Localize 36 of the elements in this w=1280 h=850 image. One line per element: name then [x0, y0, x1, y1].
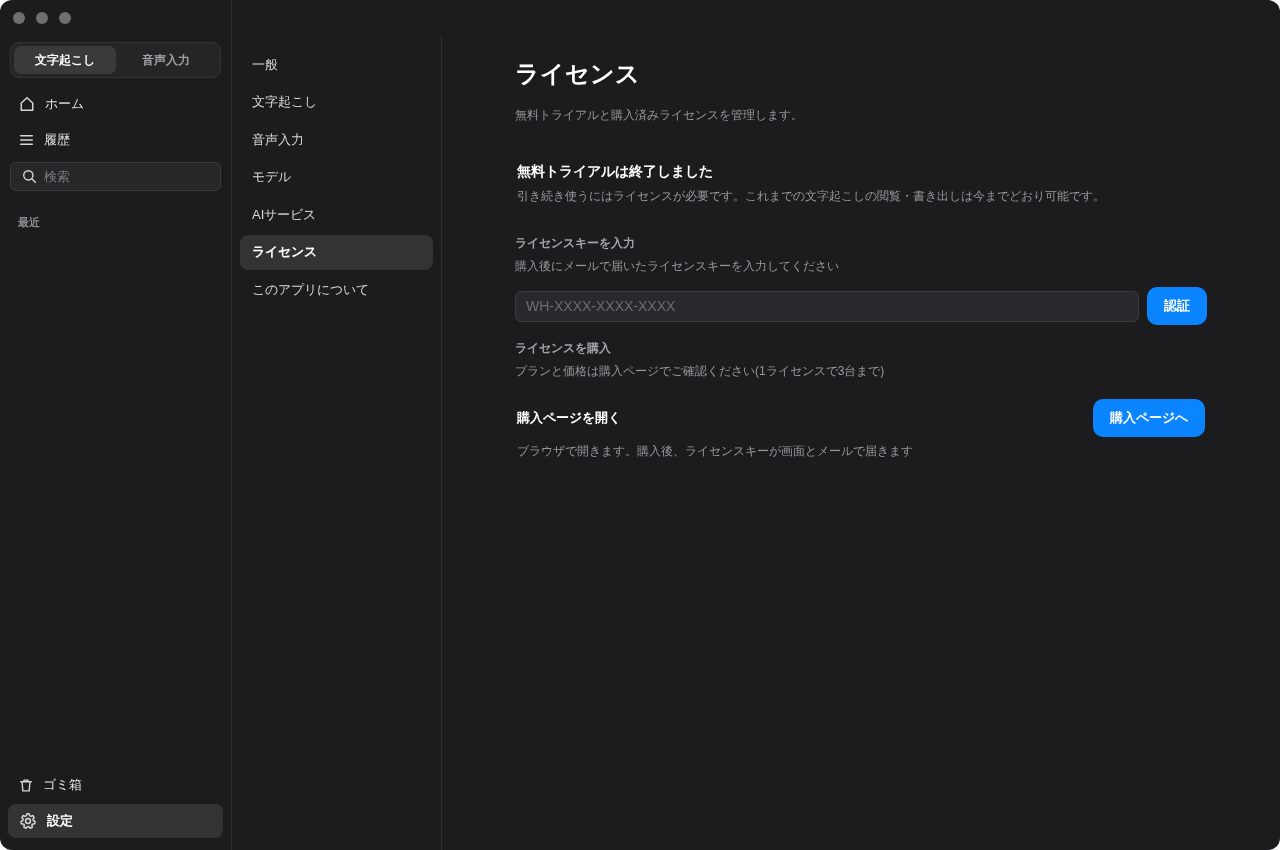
- settings-nav-item[interactable]: AIサービス: [240, 197, 433, 232]
- search-field[interactable]: 検索: [10, 162, 221, 191]
- purchase-page-button[interactable]: 購入ページへ: [1093, 399, 1205, 437]
- sidebar-item[interactable]: 履歴: [10, 122, 221, 158]
- sidebar-item[interactable]: ゴミ箱: [8, 768, 223, 802]
- settings-nav-item[interactable]: 文字起こし: [240, 84, 433, 120]
- settings-nav-item[interactable]: 一般: [240, 47, 433, 82]
- settings-icon: [20, 813, 36, 829]
- settings-nav-item[interactable]: モデル: [240, 159, 433, 195]
- sidebar-item[interactable]: ホーム: [10, 86, 221, 122]
- action-description: ブラウザで開きます。購入後、ライセンスキーが画面とメールで届きます: [517, 443, 913, 460]
- license-key-field[interactable]: WH-XXXX-XXXX-XXXX: [515, 290, 1139, 322]
- window-control-button[interactable]: [36, 12, 48, 24]
- page-description: 無料トライアルと購入済みライセンスを管理します。: [515, 107, 803, 124]
- section-hint: 購入後にメールで届いたライセンスキーを入力してください: [515, 258, 839, 275]
- section-label: ライセンスキーを入力: [515, 235, 635, 252]
- section-hint: プランと価格は購入ページでご確認ください(1ライセンスで3台まで): [515, 363, 885, 380]
- menu-icon: [20, 135, 33, 145]
- search-icon: [23, 170, 36, 183]
- window-control-button[interactable]: [59, 12, 71, 24]
- verify-button[interactable]: 認証: [1147, 287, 1207, 325]
- mode-tab[interactable]: 文字起こし: [14, 46, 116, 74]
- action-title: 購入ページを開く: [517, 409, 621, 428]
- settings-nav-item[interactable]: ライセンス: [240, 234, 433, 270]
- section-label: ライセンスを購入: [515, 340, 611, 357]
- notice-title: 無料トライアルは終了しました: [517, 162, 713, 181]
- trash-icon: [20, 778, 32, 792]
- home-icon: [20, 97, 34, 111]
- settings-nav-item[interactable]: このアプリについて: [240, 272, 433, 307]
- settings-nav-item[interactable]: 音声入力: [240, 122, 433, 157]
- mode-tab[interactable]: 音声入力: [115, 46, 217, 74]
- section-heading: 最近: [18, 215, 40, 230]
- page-title: ライセンス: [515, 59, 640, 89]
- window-control-button[interactable]: [13, 12, 25, 24]
- sidebar-item[interactable]: 設定: [8, 804, 223, 838]
- notice-text: 引き続き使うにはライセンスが必要です。これまでの文字起こしの閲覧・書き出しは今までどおり可能です。: [517, 188, 1105, 205]
